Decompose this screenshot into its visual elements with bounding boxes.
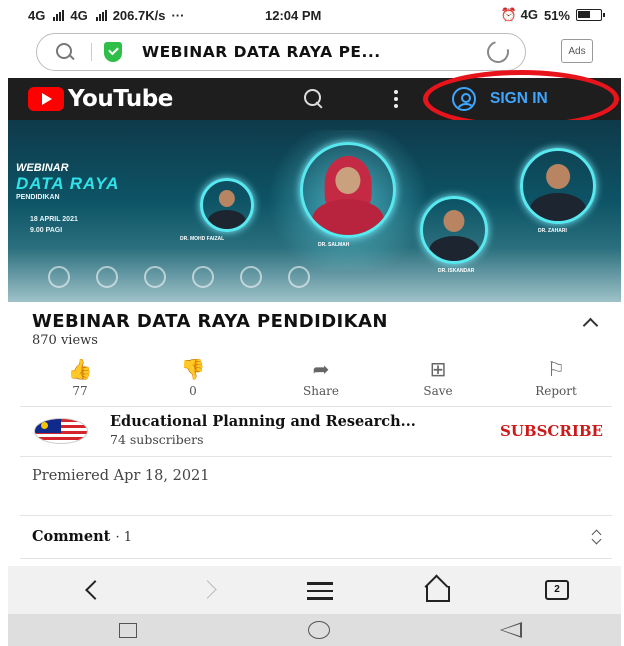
more-notifications: ··· <box>171 7 185 23</box>
comments-count: · 1 <box>115 530 132 545</box>
recent-apps-icon[interactable] <box>119 623 137 638</box>
thumbnail-time: 9.00 PAGI <box>30 227 63 234</box>
back-icon[interactable] <box>80 576 110 604</box>
save-button[interactable]: ⊞ Save <box>398 358 478 398</box>
network-speed: 206.7K/s <box>112 7 166 23</box>
share-icon: ➦ <box>312 359 330 381</box>
divider <box>20 558 612 559</box>
thumbs-up-icon: 👍 <box>67 359 93 381</box>
youtube-play-icon <box>28 87 64 111</box>
speaker-name: DR. ZAHARI <box>538 228 567 234</box>
home-circle-icon[interactable] <box>308 621 330 639</box>
forward-icon[interactable] <box>198 576 228 604</box>
comments-header[interactable]: Comment · 1 <box>32 528 132 545</box>
thumbnail-date: 18 APRIL 2021 <box>30 216 78 223</box>
thumbnail-title: DATA RAYA <box>16 174 120 193</box>
channel-avatar[interactable] <box>34 418 88 444</box>
network-label-2: 4G <box>70 7 88 23</box>
security-shield-icon[interactable] <box>104 42 122 62</box>
report-label: Report <box>535 384 577 398</box>
flag-icon: ⚐ <box>547 359 565 381</box>
thumbnail-subtitle: PENDIDIKAN <box>16 194 60 201</box>
signal-icon <box>53 9 65 21</box>
comments-label: Comment <box>32 528 111 545</box>
tabs-icon[interactable]: 2 <box>545 580 569 600</box>
youtube-logo[interactable]: YouTube <box>28 86 173 112</box>
like-count: 77 <box>72 384 88 398</box>
status-bar: 4G 4G 206.7K/s ··· 12:04 PM ⏰ 4G 51% <box>0 0 624 30</box>
like-button[interactable]: 👍 77 <box>40 358 120 398</box>
divider <box>20 456 612 457</box>
share-label: Share <box>303 384 339 398</box>
network-label-1: 4G <box>28 7 46 23</box>
video-player[interactable]: WEBINAR DATA RAYA PENDIDIKAN 18 APRIL 20… <box>8 120 621 302</box>
page-title-url[interactable]: WEBINAR DATA RAYA PE... <box>142 43 481 61</box>
divider <box>91 43 92 61</box>
speaker-photo <box>420 196 488 264</box>
speaker-photo <box>300 142 396 238</box>
subscriber-count: 74 subscribers <box>110 432 204 447</box>
home-icon[interactable] <box>422 576 452 604</box>
browser-toolbar: 2 <box>8 566 621 614</box>
share-button[interactable]: ➦ Share <box>281 358 361 398</box>
system-navigation-bar <box>8 614 621 646</box>
speaker-name: DR. MOHD FAIZAL <box>180 236 225 242</box>
divider <box>20 406 612 407</box>
thumbnail-decorative-icons <box>48 266 310 288</box>
status-left: 4G 4G 206.7K/s ··· <box>28 8 184 23</box>
speaker-name: DR. SALMAH <box>318 242 350 248</box>
status-right: ⏰ 4G 51% <box>500 7 605 23</box>
battery-percent: 51% <box>543 7 570 23</box>
thumbnail-heading: WEBINAR <box>16 162 69 174</box>
status-time: 12:04 PM <box>265 8 322 23</box>
premiere-date: Premiered Apr 18, 2021 <box>32 468 210 484</box>
video-title: WEBINAR DATA RAYA PENDIDIKAN <box>32 311 388 332</box>
youtube-wordmark: YouTube <box>68 86 173 112</box>
sign-in-button[interactable]: SIGN IN <box>452 85 548 113</box>
channel-name[interactable]: Educational Planning and Research... <box>110 413 416 430</box>
speaker-photo <box>520 148 596 224</box>
more-options-icon[interactable] <box>394 90 398 108</box>
view-count: 870 views <box>32 333 98 348</box>
subscribe-button[interactable]: SUBSCRIBE <box>500 422 603 440</box>
speaker-photo <box>200 178 254 232</box>
save-icon: ⊞ <box>429 359 447 381</box>
dislike-button[interactable]: 👎 0 <box>153 358 233 398</box>
alarm-network-indicator: ⏰ 4G <box>500 7 538 22</box>
sign-in-label: SIGN IN <box>490 90 548 107</box>
account-icon <box>452 87 476 111</box>
menu-icon[interactable] <box>307 577 337 605</box>
youtube-header: YouTube SIGN IN <box>8 78 621 120</box>
signal-icon <box>95 9 107 21</box>
chevron-up-icon[interactable] <box>582 314 598 330</box>
report-button[interactable]: ⚐ Report <box>516 358 596 398</box>
search-icon[interactable] <box>301 87 325 111</box>
speaker-name: DR. ISKANDAR <box>438 268 475 274</box>
back-triangle-icon[interactable] <box>500 622 522 638</box>
battery-icon <box>576 9 605 21</box>
search-icon[interactable] <box>53 40 77 64</box>
thumbs-down-icon: 👎 <box>180 359 206 381</box>
address-bar[interactable]: WEBINAR DATA RAYA PE... <box>36 33 526 71</box>
reload-icon[interactable] <box>482 36 514 68</box>
ads-button[interactable]: Ads <box>561 39 593 63</box>
divider <box>20 515 612 516</box>
save-label: Save <box>423 384 453 398</box>
expand-icon[interactable] <box>590 528 604 546</box>
dislike-count: 0 <box>189 384 197 398</box>
action-row: 👍 77 👎 0 ➦ Share ⊞ Save ⚐ Report <box>40 358 600 398</box>
